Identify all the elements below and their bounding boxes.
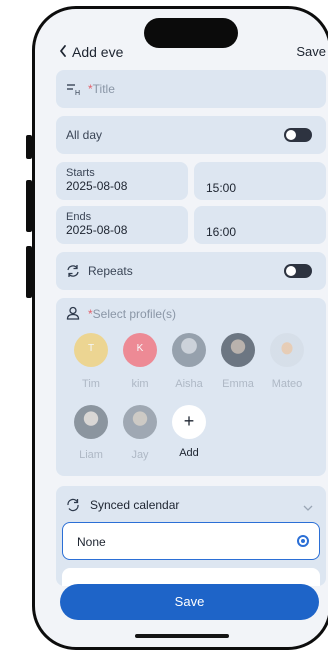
starts-time: 15:00	[206, 181, 237, 195]
avatar-name-aisha: Aisha	[175, 378, 203, 390]
avatar-name-kim: kim	[131, 378, 149, 390]
avatar-aisha[interactable]	[172, 333, 206, 367]
starts-date: 2025-08-08	[66, 179, 128, 193]
avatar-name-tim: Tim	[82, 378, 100, 390]
avatar-liam[interactable]	[74, 405, 108, 439]
avatar-name-jay: Jay	[131, 449, 149, 461]
all-day-toggle[interactable]	[284, 128, 312, 142]
calendar-option-none-label: None	[77, 535, 106, 549]
all-day-label: All day	[66, 128, 103, 142]
person-icon	[66, 306, 80, 325]
synced-calendar-label: Synced calendar	[90, 498, 180, 512]
avatar-jay[interactable]	[123, 405, 157, 439]
avatar-tim-initial: T	[87, 343, 95, 354]
title-placeholder: Title	[92, 82, 115, 96]
save-button[interactable]: Save	[60, 584, 319, 620]
synced-calendar-section: Synced calendar None	[56, 486, 326, 586]
starts-label: Starts	[66, 167, 95, 179]
starts-date-field[interactable]: Starts 2025-08-08	[56, 162, 188, 200]
page-title: Add eve	[72, 44, 124, 60]
title-field[interactable]: H *Title	[56, 70, 326, 108]
add-profile-button[interactable]: +	[172, 405, 206, 439]
avatar-name-mateo: Mateo	[271, 378, 303, 390]
avatar-tim[interactable]: T	[74, 333, 108, 367]
all-day-row: All day	[56, 116, 326, 154]
profiles-label: Select profile(s)	[92, 307, 177, 321]
avatar-kim-initial: K	[136, 343, 144, 354]
avatar-name-emma: Emma	[222, 378, 254, 390]
text-heading-icon: H	[66, 82, 82, 101]
ends-date: 2025-08-08	[66, 223, 128, 237]
save-header-button[interactable]: Save	[296, 44, 326, 60]
radio-selected-icon[interactable]	[297, 535, 309, 547]
avatar-kim[interactable]: K	[123, 333, 157, 367]
chevron-left-icon[interactable]	[58, 44, 68, 61]
starts-time-field[interactable]: 15:00	[194, 162, 326, 200]
ends-date-field[interactable]: Ends 2025-08-08	[56, 206, 188, 244]
repeats-row: Repeats	[56, 252, 326, 290]
svg-text:H: H	[75, 90, 80, 96]
dynamic-island	[144, 18, 238, 48]
repeats-toggle[interactable]	[284, 264, 312, 278]
home-indicator	[135, 634, 229, 638]
sync-icon	[66, 498, 80, 517]
avatar-emma[interactable]	[221, 333, 255, 367]
ends-time-field[interactable]: 16:00	[194, 206, 326, 244]
ends-time: 16:00	[206, 225, 237, 239]
avatar-mateo[interactable]	[270, 333, 304, 367]
avatar-name-liam: Liam	[79, 449, 103, 461]
ends-label: Ends	[66, 211, 92, 223]
profiles-section: *Select profile(s) T K Tim kim Aisha Emm…	[56, 298, 326, 476]
add-profile-label: Add	[179, 447, 199, 459]
plus-icon: +	[183, 411, 195, 431]
calendar-option-none[interactable]: None	[62, 522, 320, 560]
repeat-icon	[66, 264, 80, 283]
chevron-down-icon[interactable]	[302, 499, 314, 517]
repeats-label: Repeats	[88, 264, 133, 278]
